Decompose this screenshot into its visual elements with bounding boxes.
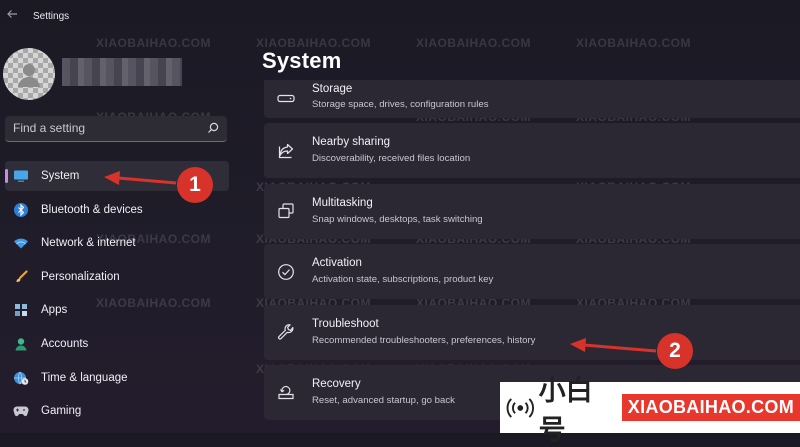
selection-indicator (5, 169, 8, 183)
card-title: Nearby sharing (312, 136, 390, 149)
share-icon (276, 141, 296, 161)
search-input[interactable] (5, 116, 203, 140)
monitor-icon (13, 168, 29, 184)
sidebar-item-label: Gaming (41, 405, 82, 418)
gamepad-icon (13, 403, 29, 419)
avatar-person-icon (3, 48, 55, 100)
storage-icon (276, 89, 296, 109)
sidebar-item-label: System (41, 170, 80, 182)
sidebar-item-label: Accounts (41, 337, 89, 350)
sidebar-item-time-language[interactable]: Time & language (5, 363, 229, 393)
bluetooth-icon (13, 202, 29, 218)
sidebar-item-label: Network & internet (41, 237, 136, 250)
wifi-icon (13, 235, 29, 251)
card-title: Multitasking (312, 196, 373, 209)
annotation-badge-1: 1 (177, 167, 213, 203)
person-icon (13, 336, 29, 352)
settings-card-troubleshoot[interactable]: Troubleshoot Recommended troubleshooters… (264, 304, 800, 360)
avatar[interactable] (3, 48, 55, 100)
card-title: Recovery (312, 377, 361, 390)
sidebar-item-personalization[interactable]: Personalization (5, 262, 229, 292)
recovery-icon (276, 382, 296, 402)
sidebar-item-network[interactable]: Network & internet (5, 228, 229, 258)
card-title: Troubleshoot (312, 317, 379, 330)
sidebar-item-label: Apps (41, 304, 68, 317)
arrow-left-icon (7, 10, 17, 18)
card-description: Activation state, subscriptions, product… (312, 274, 494, 286)
check-circle-icon (276, 262, 296, 282)
card-description: Recommended troubleshooters, preferences… (312, 334, 536, 346)
multitasking-icon (276, 201, 296, 221)
broadcast-icon (506, 397, 534, 418)
watermark-tile: XIAOBAIHAO.COM (96, 36, 211, 50)
settings-card-nearby-sharing[interactable]: Nearby sharing Discoverability, received… (264, 123, 800, 179)
watermark-tile: XIAOBAIHAO.COM (416, 36, 531, 50)
settings-card-storage[interactable]: Storage Storage space, drives, configura… (264, 80, 800, 118)
card-title: Storage (312, 83, 353, 95)
search-box[interactable] (5, 116, 227, 142)
settings-card-activation[interactable]: Activation Activation state, subscriptio… (264, 244, 800, 300)
brush-icon (13, 269, 29, 285)
card-description: Snap windows, desktops, task switching (312, 213, 483, 225)
page-title: System (262, 48, 342, 73)
search-icon[interactable] (207, 122, 219, 134)
watermark-tile: XIAOBAIHAO.COM (576, 36, 691, 50)
watermark-site-text: XIAOBAIHAO.COM (621, 394, 800, 421)
watermark-banner: 小白号 XIAOBAIHAO.COM (500, 376, 800, 446)
back-button[interactable] (4, 8, 20, 24)
card-title: Activation (312, 257, 362, 270)
profile-name-redacted (62, 58, 182, 86)
wrench-icon (276, 322, 296, 342)
sidebar-item-label: Bluetooth & devices (41, 203, 143, 216)
sidebar-item-accounts[interactable]: Accounts (5, 329, 229, 359)
app-title: Settings (33, 11, 70, 22)
settings-list: Storage Storage space, drives, configura… (264, 80, 800, 425)
sidebar-item-apps[interactable]: Apps (5, 295, 229, 325)
apps-grid-icon (13, 302, 29, 318)
globe-clock-icon (13, 370, 29, 386)
settings-card-multitasking[interactable]: Multitasking Snap windows, desktops, tas… (264, 183, 800, 239)
card-description: Discoverability, received files location (312, 153, 471, 165)
title-bar: Settings (0, 0, 800, 36)
card-description: Storage space, drives, configuration rul… (312, 99, 489, 110)
sidebar-item-label: Personalization (41, 270, 120, 283)
sidebar-item-label: Time & language (41, 371, 128, 384)
sidebar-item-gaming[interactable]: Gaming (5, 396, 229, 426)
card-description: Reset, advanced startup, go back (312, 394, 455, 406)
annotation-badge-2: 2 (657, 333, 693, 369)
watermark-chinese-text: 小白号 (538, 375, 593, 446)
